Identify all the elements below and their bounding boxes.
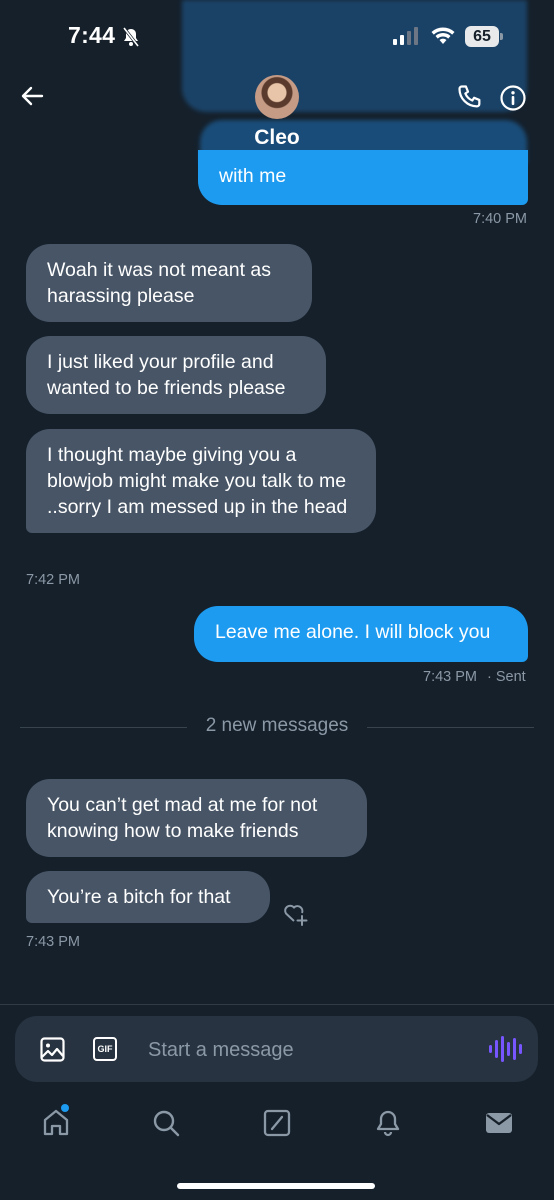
new-messages-divider: 2 new messages [0,715,554,737]
home-indicator [177,1183,375,1189]
received-message-bubble[interactable]: You’re a bitch for that [26,871,270,923]
received-message-bubble[interactable]: I just liked your profile and wanted to … [26,336,326,414]
status-time: 7:44 [68,22,116,48]
sent-message-bubble[interactable]: Leave me alone. I will block you [194,606,528,662]
arrow-left-icon[interactable] [20,84,44,108]
received-message-bubble[interactable]: I thought maybe giving you a blowjob mig… [26,429,376,533]
info-icon[interactable] [499,84,527,112]
wifi-icon [431,27,455,44]
notification-dot [61,1104,69,1112]
image-icon[interactable] [40,1037,65,1062]
sent-status: · Sent [487,669,526,685]
composer-divider [0,1004,554,1005]
home-icon[interactable] [41,1108,71,1138]
message-input[interactable] [148,1036,468,1064]
avatar[interactable] [255,75,299,119]
message-timestamp: 7:43 PM [26,934,80,950]
search-icon[interactable] [151,1108,181,1138]
received-message-bubble[interactable]: You can’t get mad at me for not knowing … [26,779,367,857]
mail-icon[interactable] [484,1108,514,1138]
battery-icon: 65 [465,26,503,47]
message-timestamp: 7:40 PM [473,211,527,227]
sent-message-bubble[interactable]: with me [198,150,528,205]
contact-name[interactable]: Cleo [0,126,554,150]
voice-icon[interactable] [489,1035,522,1063]
message-timestamp: 7:43 PM [423,669,477,685]
compose-icon[interactable] [262,1108,292,1138]
phone-icon[interactable] [456,83,484,111]
silent-bell-icon [122,27,140,47]
gif-icon[interactable]: GIF [93,1037,117,1061]
cellular-signal-icon [393,27,418,45]
new-messages-label: 2 new messages [193,715,361,736]
heart-plus-icon[interactable] [281,899,311,927]
message-timestamp: 7:42 PM [26,572,80,588]
bell-icon[interactable] [373,1108,403,1138]
battery-level: 65 [465,26,499,47]
received-message-bubble[interactable]: Woah it was not meant as harassing pleas… [26,244,312,322]
